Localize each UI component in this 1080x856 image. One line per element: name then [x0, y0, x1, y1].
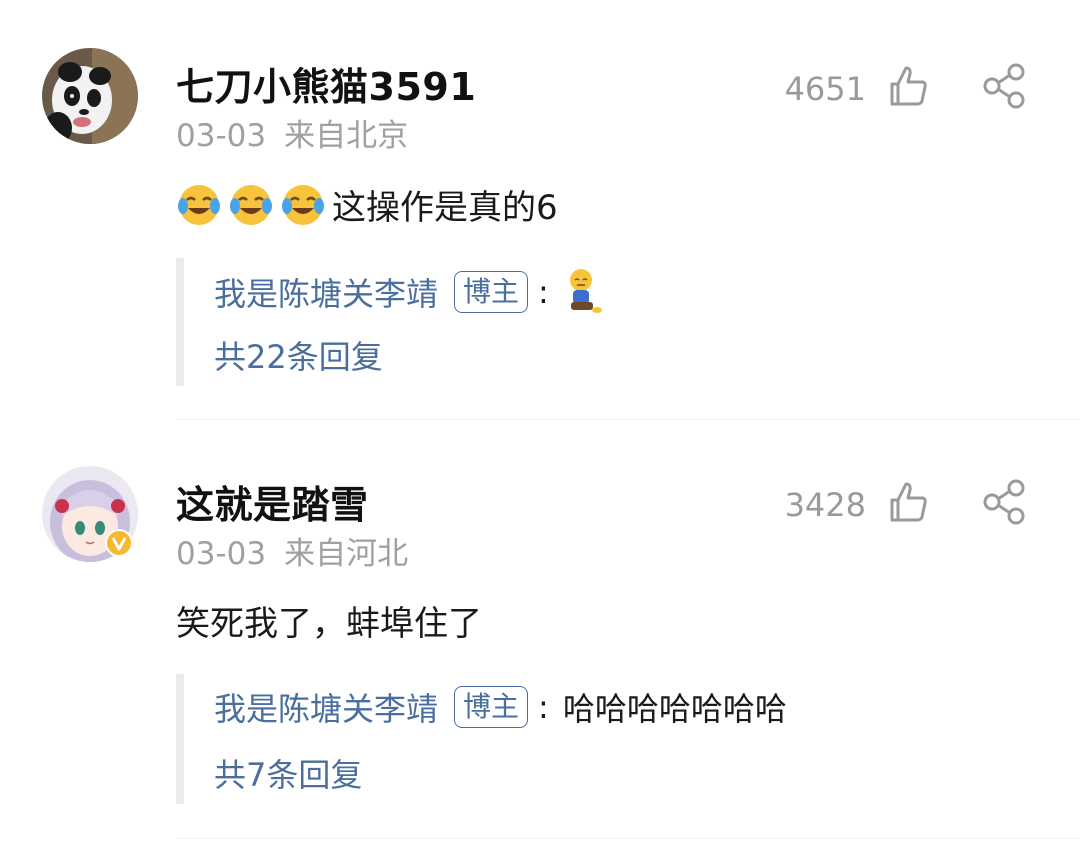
reply-text: 哈哈哈哈哈哈哈: [562, 690, 787, 728]
like-count: 3428: [784, 486, 866, 524]
more-replies-link[interactable]: 共22条回复: [214, 332, 383, 378]
laugh-cry-emoji: [178, 184, 220, 225]
comment-date: 03-03: [176, 536, 267, 572]
comment-item: 七刀小熊猫3591 03-03 来自北京 4651 这操作是真的6 我是陈塘关李…: [0, 0, 1080, 420]
verified-badge-icon: [105, 529, 133, 557]
divider: [176, 838, 1080, 839]
like-count: 4651: [784, 70, 866, 108]
comment-body: 这操作是真的6: [176, 180, 558, 229]
comment-date: 03-03: [176, 118, 267, 154]
comment-meta: 03-03 来自河北: [176, 528, 408, 573]
reply-colon: :: [538, 273, 549, 311]
comment-text: 这操作是真的6: [332, 188, 558, 228]
thumbs-up-icon[interactable]: [886, 480, 930, 524]
laugh-cry-emoji: [230, 184, 272, 225]
sitting-person-emoji: [569, 269, 602, 313]
share-icon[interactable]: [980, 62, 1028, 110]
author-badge: 博主: [454, 271, 529, 313]
avatar[interactable]: [42, 48, 138, 144]
comment-location: 来自北京: [284, 118, 409, 154]
author-badge: 博主: [454, 686, 529, 728]
more-replies-link[interactable]: 共7条回复: [214, 750, 362, 796]
reply-author[interactable]: 我是陈塘关李靖: [214, 684, 438, 730]
share-icon[interactable]: [980, 478, 1028, 526]
laugh-cry-emoji: [282, 184, 324, 225]
reply-author[interactable]: 我是陈塘关李靖: [214, 269, 438, 315]
reply-line: 我是陈塘关李靖 博主 : 哈哈哈哈哈哈哈: [214, 684, 787, 730]
username[interactable]: 这就是踏雪: [176, 474, 369, 529]
thumbs-up-icon[interactable]: [886, 64, 930, 108]
comment-body: 笑死我了，蚌埠住了: [176, 596, 482, 645]
username[interactable]: 七刀小熊猫3591: [176, 56, 476, 111]
reply-colon: :: [538, 688, 549, 726]
reply-preview[interactable]: 我是陈塘关李靖 博主 : 共22条回复: [176, 258, 904, 386]
comment-text: 笑死我了，蚌埠住了: [176, 604, 482, 644]
reply-preview[interactable]: 我是陈塘关李靖 博主 : 哈哈哈哈哈哈哈 共7条回复: [176, 674, 904, 804]
comment-meta: 03-03 来自北京: [176, 110, 408, 155]
comment-location: 来自河北: [284, 536, 409, 572]
comment-item: 这就是踏雪 03-03 来自河北 3428 笑死我了，蚌埠住了 我是陈塘关李靖 博…: [0, 420, 1080, 856]
panda-avatar-image: [42, 48, 138, 144]
reply-line: 我是陈塘关李靖 博主 :: [214, 268, 603, 316]
